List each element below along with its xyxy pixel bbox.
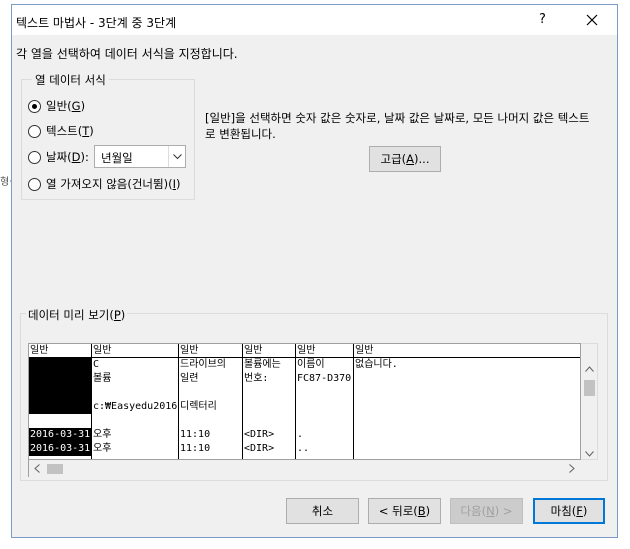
cell: 드라이브의 [180, 359, 226, 370]
column-header[interactable]: 일반 [179, 344, 242, 358]
cell [29, 400, 91, 414]
column-header[interactable]: 일반 [354, 344, 580, 358]
cell: 볼륨 [93, 373, 112, 384]
scroll-up-icon[interactable] [585, 364, 594, 375]
title-bar: 텍스트 마법사 - 3단계 중 3단계 ? [12, 5, 617, 35]
cancel-button[interactable]: 취소 [286, 498, 359, 524]
cell: FC87-D370 [297, 373, 352, 384]
cell [354, 400, 580, 414]
cell: 볼륨에는 [244, 359, 281, 370]
vertical-scrollbar[interactable] [581, 343, 598, 460]
preview-column-1[interactable]: 일반 2016-03-31 2016-03-31 [29, 344, 92, 459]
cell [354, 428, 580, 442]
radio-skip-label: 열 가져오지 않음(건너뜀)(I) [46, 177, 181, 191]
cell [29, 372, 91, 386]
next-button[interactable]: 다음(N) > [450, 498, 523, 524]
date-format-value: 년월일 [101, 151, 133, 165]
column-header[interactable]: 일반 [243, 344, 295, 358]
chevron-down-icon[interactable] [168, 146, 185, 167]
date-format-select[interactable]: 년월일 [94, 145, 186, 168]
window-title: 텍스트 마법사 - 3단계 중 3단계 [16, 16, 177, 30]
text-import-wizard-dialog: 텍스트 마법사 - 3단계 중 3단계 ? 각 열을 선택하여 데이터 서식을 … [11, 4, 618, 538]
close-icon [586, 14, 598, 26]
cell: 일련 [180, 373, 199, 384]
cell: 번호: [244, 373, 269, 384]
horizontal-scroll-thumb[interactable] [47, 464, 63, 474]
cell [296, 386, 353, 400]
preview-column-3[interactable]: 일반 드라이브의 일련 디렉터리 11:10 11:10 [179, 344, 243, 459]
scroll-down-icon[interactable] [585, 449, 594, 460]
data-preview-label: 데이터 미리 보기(P) [26, 307, 128, 323]
cell [243, 386, 295, 400]
advanced-button[interactable]: 고급(A)... [369, 146, 441, 172]
radio-skip-column[interactable]: 열 가져오지 않음(건너뜀)(I) [28, 176, 180, 192]
cell [243, 400, 295, 414]
cell: 11:10 [180, 443, 211, 454]
scroll-right-icon[interactable] [569, 464, 575, 476]
radio-date-label: 날짜(D): [46, 150, 89, 164]
cell [354, 442, 580, 456]
column-header[interactable]: 일반 [296, 344, 353, 358]
cell [354, 372, 580, 386]
preview-column-4[interactable]: 일반 볼륨에는 번호: <DIR> <DIR> [243, 344, 296, 459]
radio-date[interactable]: 날짜(D): [28, 149, 89, 165]
cell [179, 386, 242, 400]
cell: 11:10 [180, 429, 211, 440]
format-description: [일반]을 선택하면 숫자 값은 숫자로, 날짜 값은 날짜로, 모든 나머지 … [205, 111, 590, 141]
horizontal-scrollbar[interactable] [28, 460, 581, 477]
cell: . [297, 429, 304, 440]
cell: 2016-03-31 [29, 428, 91, 442]
column-header[interactable]: 일반 [92, 344, 178, 358]
cell: 오후 [93, 443, 112, 454]
radio-date-indicator[interactable] [28, 150, 41, 164]
cell: .. [297, 443, 310, 454]
radio-text-label: 텍스트(T) [46, 124, 94, 138]
preview-column-5[interactable]: 일반 이름이 FC87-D370 . .. [296, 344, 354, 459]
cell [29, 386, 91, 400]
cell: 오후 [93, 429, 112, 440]
vertical-scroll-thumb[interactable] [584, 380, 595, 396]
cell: 이름이 [297, 359, 325, 370]
radio-skip-indicator[interactable] [28, 177, 41, 191]
data-preview-grid[interactable]: 일반 2016-03-31 2016-03-31 일반 C 볼륨 c:₩Easy… [28, 343, 581, 460]
cell: 2016-03-31 [29, 442, 91, 456]
finish-button[interactable]: 마침(F) [533, 498, 605, 524]
radio-general[interactable]: 일반(G) [28, 98, 85, 114]
cell: 디렉터리 [180, 401, 217, 412]
column-format-legend: 열 데이터 서식 [32, 72, 109, 88]
cell [92, 386, 178, 400]
cell [354, 386, 580, 400]
radio-general-label: 일반(G) [46, 99, 86, 113]
radio-text[interactable]: 텍스트(T) [28, 123, 94, 139]
cell: C [93, 359, 100, 370]
cell [296, 400, 353, 414]
radio-general-indicator[interactable] [28, 99, 41, 113]
close-button[interactable] [580, 9, 604, 31]
back-button[interactable]: < 뒤로(B) [368, 498, 441, 524]
radio-text-indicator[interactable] [28, 124, 41, 138]
cell [29, 358, 91, 372]
scroll-left-icon[interactable] [34, 464, 40, 476]
column-header[interactable]: 일반 [29, 344, 91, 358]
preview-column-6[interactable]: 일반 없습니다. [354, 344, 580, 459]
cell: c:₩Easyedu2016 [93, 401, 178, 412]
cell: 없습니다. [355, 359, 398, 370]
preview-column-2[interactable]: 일반 C 볼륨 c:₩Easyedu2016 오후 오후 [92, 344, 179, 459]
cell: <DIR> [244, 443, 275, 454]
help-button[interactable]: ? [539, 12, 546, 27]
cell: <DIR> [244, 429, 275, 440]
instruction-text: 각 열을 선택하여 데이터 서식을 지정합니다. [16, 47, 238, 61]
